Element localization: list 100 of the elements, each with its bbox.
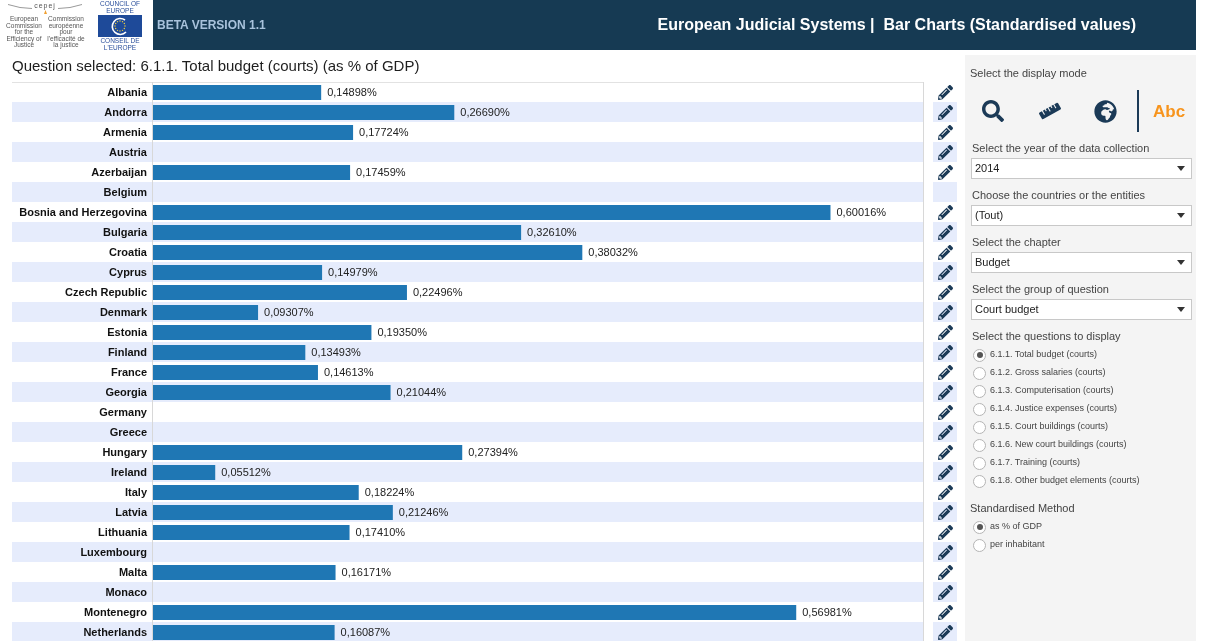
figure-icon — [43, 10, 47, 14]
ruler-icon[interactable] — [1038, 100, 1061, 122]
dropdown-select[interactable]: (Tout) — [971, 205, 1192, 226]
pencil-icon[interactable] — [937, 604, 953, 620]
pencil-icon[interactable] — [937, 484, 953, 500]
value-label: 0,38032% — [588, 246, 638, 258]
dropdown-select[interactable]: Budget — [971, 252, 1192, 273]
filter-label: Select the group of question — [971, 282, 1109, 297]
pencil-icon[interactable] — [937, 624, 953, 640]
pencil-icon[interactable] — [937, 424, 953, 440]
pencil-icon[interactable] — [937, 264, 953, 280]
arc-icon — [57, 4, 82, 9]
country-label: Cyprus — [109, 265, 147, 278]
pencil-icon[interactable] — [937, 544, 953, 560]
radio-label[interactable]: as % of GDP — [990, 520, 1043, 534]
value-label: 0,13493% — [311, 346, 361, 358]
value-label: 0,21044% — [396, 386, 447, 398]
value-label: 0,22496% — [412, 286, 463, 298]
radio-button[interactable] — [973, 438, 986, 452]
globe-icon[interactable] — [1094, 99, 1117, 123]
radio-label[interactable]: 6.1.2. Gross salaries (courts) — [990, 366, 1106, 380]
search-icon[interactable] — [982, 100, 1004, 122]
radio-button[interactable] — [973, 420, 986, 434]
pencil-icon[interactable] — [937, 124, 953, 140]
section-label: Select the display mode — [970, 67, 1087, 79]
radio-button[interactable] — [973, 348, 986, 362]
pencil-icon[interactable] — [937, 204, 953, 220]
pencil-icon[interactable] — [937, 584, 953, 600]
value-label: 0,21246% — [398, 506, 449, 518]
value-label: 0,16171% — [341, 566, 392, 578]
radio-button[interactable] — [973, 538, 986, 552]
country-label: Azerbaijan — [91, 165, 147, 178]
value-label: 0,56981% — [802, 606, 852, 618]
pencil-icon[interactable] — [937, 84, 953, 100]
country-label: Albania — [107, 85, 147, 98]
caret-icon — [1177, 307, 1185, 312]
radio-label[interactable]: 6.1.4. Justice expenses (courts) — [990, 402, 1118, 416]
pencil-icon[interactable] — [937, 364, 953, 380]
value-label: 0,19350% — [377, 326, 427, 338]
value-label: 0,17410% — [355, 526, 406, 538]
value-label: 0,14613% — [323, 366, 374, 378]
dropdown-select[interactable]: 2014 — [971, 158, 1192, 179]
pencil-icon[interactable] — [937, 284, 953, 300]
value-label: 0,09307% — [264, 306, 314, 318]
country-label: Denmark — [99, 305, 147, 318]
country-label: Luxembourg — [80, 545, 147, 558]
radio-label[interactable]: per inhabitant — [990, 538, 1045, 552]
country-label: Hungary — [102, 445, 147, 458]
pencil-icon[interactable] — [937, 504, 953, 520]
radio-button[interactable] — [973, 520, 986, 534]
radio-button[interactable] — [973, 456, 986, 470]
country-label: Bulgaria — [103, 225, 147, 238]
value-label: 0,14898% — [327, 86, 377, 98]
pencil-icon[interactable] — [937, 564, 953, 580]
radio-label[interactable]: 6.1.7. Training (courts) — [990, 456, 1081, 470]
pencil-icon[interactable] — [937, 104, 953, 120]
radio-label[interactable]: 6.1.5. Court buildings (courts) — [990, 420, 1109, 434]
bar — [153, 465, 216, 480]
section-label: Standardised Method — [970, 501, 1075, 516]
value-label: 0,32610% — [527, 226, 577, 238]
country-label: Armenia — [102, 125, 147, 138]
country-label: Bosnia and Herzegovina — [19, 205, 147, 218]
pencil-icon[interactable] — [937, 444, 953, 460]
radio-button[interactable] — [973, 474, 986, 488]
value-label: 0,14979% — [328, 266, 378, 278]
country-label: Austria — [109, 145, 147, 158]
caret-icon — [1177, 260, 1185, 265]
radio-button[interactable] — [973, 402, 986, 416]
radio-label[interactable]: 6.1.3. Computerisation (courts) — [990, 384, 1114, 398]
pencil-icon[interactable] — [937, 524, 953, 540]
filter-label: Choose the countries or the entities — [971, 188, 1146, 203]
pencil-icon[interactable] — [937, 244, 953, 260]
country-label: Latvia — [115, 505, 147, 518]
value-label: 0,17459% — [356, 166, 406, 178]
radio-label[interactable]: 6.1.6. New court buildings (courts) — [990, 438, 1127, 452]
pencil-icon[interactable] — [937, 384, 953, 400]
value-label: 0,17724% — [359, 126, 409, 138]
pencil-icon[interactable] — [937, 464, 953, 480]
value-label: 0,60016% — [836, 206, 887, 218]
country-label: Croatia — [109, 245, 147, 258]
country-label: Estonia — [107, 325, 147, 338]
dropdown-select[interactable]: Court budget — [971, 299, 1192, 320]
pencil-icon[interactable] — [937, 224, 953, 240]
pencil-icon[interactable] — [937, 404, 953, 420]
pencil-icon[interactable] — [937, 344, 953, 360]
country-label: Monaco — [105, 585, 147, 598]
pencil-icon[interactable] — [937, 324, 953, 340]
pencil-icon[interactable] — [937, 164, 953, 180]
radio-button[interactable] — [973, 384, 986, 398]
pencil-icon[interactable] — [937, 144, 953, 160]
radio-label[interactable]: 6.1.1. Total budget (courts) — [990, 348, 1097, 362]
value-label: 0,05512% — [221, 466, 271, 478]
country-label: Belgium — [103, 185, 147, 198]
radio-label[interactable]: 6.1.8. Other budget elements (courts) — [990, 474, 1140, 488]
pencil-icon[interactable] — [937, 304, 953, 320]
caret-icon — [1177, 166, 1185, 171]
radio-button[interactable] — [973, 366, 986, 380]
country-label: Finland — [107, 345, 147, 358]
country-label: Ireland — [110, 465, 147, 478]
country-label: Czech Republic — [65, 285, 147, 298]
